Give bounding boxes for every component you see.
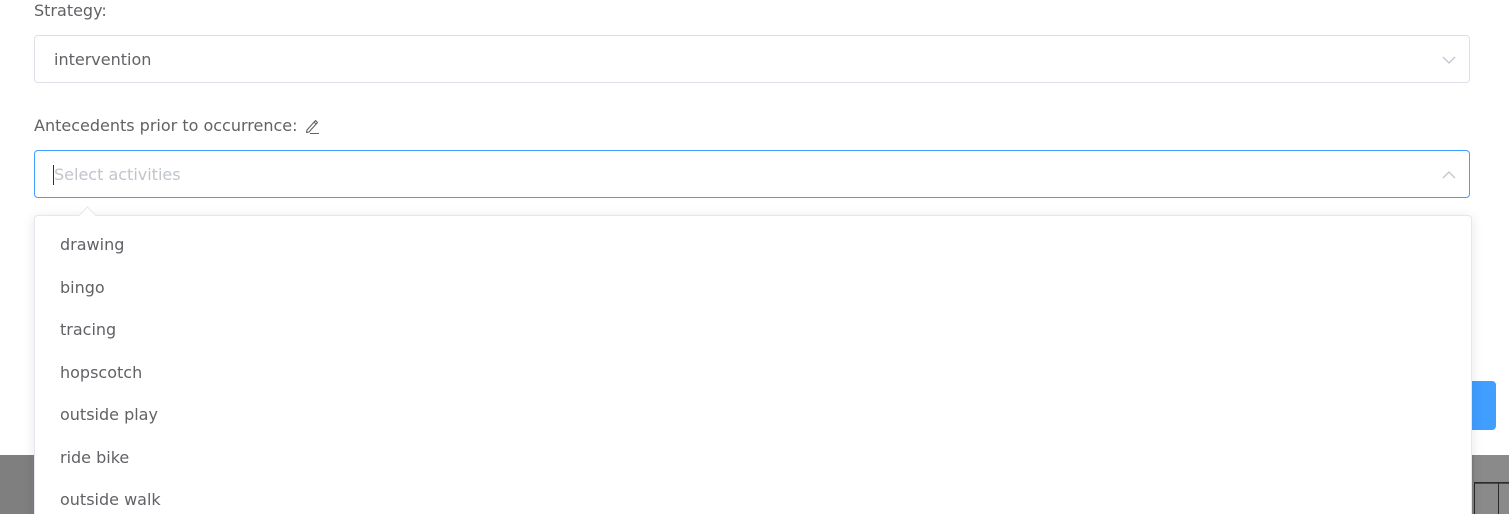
strategy-select[interactable]: intervention bbox=[34, 35, 1470, 83]
chevron-up-icon bbox=[1442, 171, 1456, 179]
pencil-icon[interactable] bbox=[304, 117, 320, 135]
strategy-label: Strategy: bbox=[34, 1, 107, 20]
background-table-fragment bbox=[1474, 455, 1509, 514]
table-line bbox=[1498, 482, 1499, 514]
dropdown-option[interactable]: bingo bbox=[35, 267, 1471, 309]
dropdown-option[interactable]: outside play bbox=[35, 394, 1471, 436]
table-line bbox=[1474, 483, 1509, 484]
antecedents-label-text: Antecedents prior to occurrence: bbox=[34, 116, 298, 135]
dropdown-option[interactable]: drawing bbox=[35, 224, 1471, 266]
app-root: Strategy: intervention Antecedents prior… bbox=[0, 0, 1509, 514]
activities-select[interactable]: Select activities bbox=[34, 150, 1470, 198]
strategy-select-value: intervention bbox=[54, 50, 152, 69]
dropdown-option[interactable]: outside walk bbox=[35, 479, 1471, 514]
dropdown-option[interactable]: ride bike bbox=[35, 437, 1471, 479]
table-line bbox=[1474, 482, 1475, 514]
activities-select-placeholder: Select activities bbox=[54, 165, 181, 184]
antecedents-label: Antecedents prior to occurrence: bbox=[34, 116, 320, 135]
activities-dropdown: drawing bingo tracing hopscotch outside … bbox=[34, 206, 1472, 514]
dropdown-option[interactable]: tracing bbox=[35, 309, 1471, 351]
dropdown-option[interactable]: hopscotch bbox=[35, 352, 1471, 394]
chevron-down-icon bbox=[1442, 56, 1456, 64]
